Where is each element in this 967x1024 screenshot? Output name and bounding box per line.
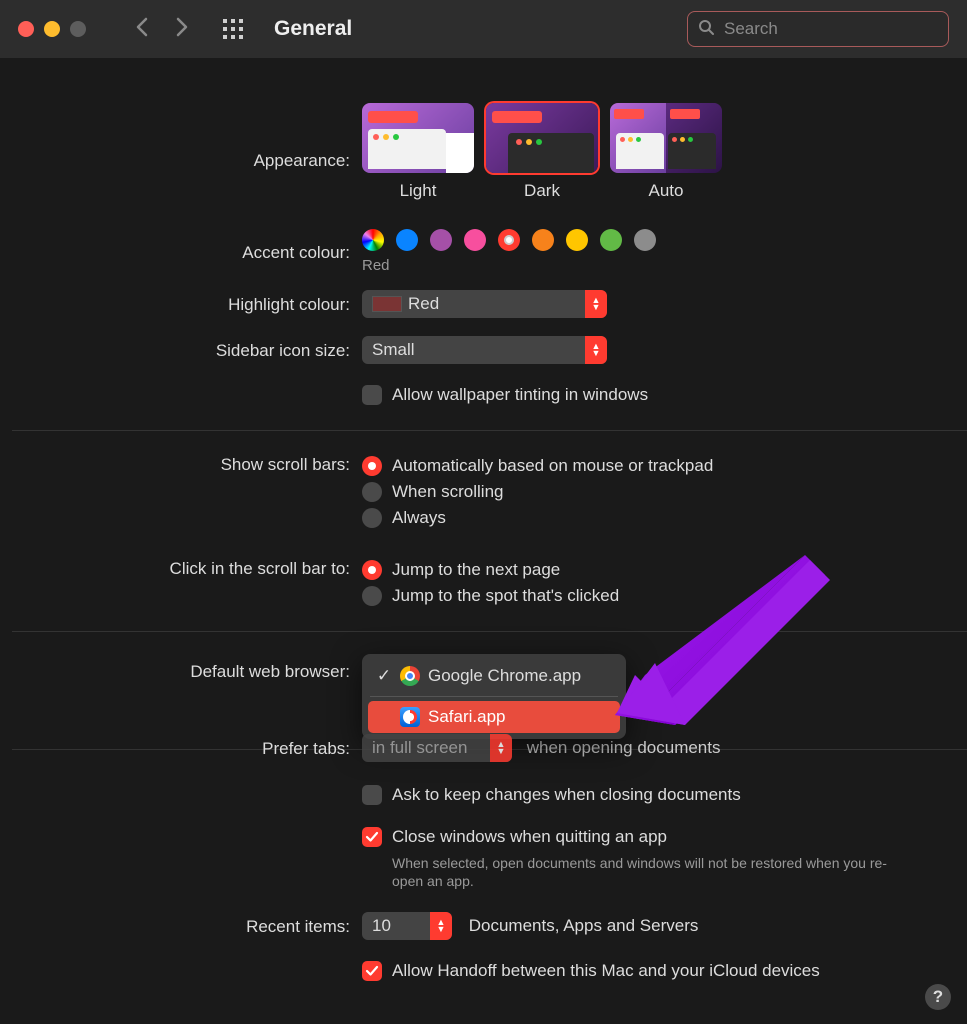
close-windows-help: When selected, open documents and window… [392, 854, 912, 890]
accent-swatch-orange[interactable] [532, 229, 554, 251]
minimize-button[interactable] [44, 21, 60, 37]
browser-menu-item-label: Google Chrome.app [428, 666, 581, 686]
browser-menu-item-label: Safari.app [428, 707, 506, 727]
zoom-button[interactable] [70, 21, 86, 37]
handoff-checkbox[interactable] [362, 961, 382, 981]
wallpaper-tint-checkbox[interactable] [362, 385, 382, 405]
search-input[interactable] [722, 18, 947, 40]
accent-label: Accent colour: [0, 241, 362, 263]
appearance-label: Appearance: [0, 103, 362, 171]
appearance-auto-thumb[interactable] [610, 103, 722, 173]
browser-menu-item-chrome[interactable]: ✓ Google Chrome.app [368, 660, 620, 692]
divider [12, 430, 967, 431]
scrollbars-radio-label: When scrolling [392, 482, 504, 502]
close-windows-checkbox[interactable] [362, 827, 382, 847]
search-field-wrap[interactable] [687, 11, 949, 47]
accent-swatch-green[interactable] [600, 229, 622, 251]
scrollbars-radio-0[interactable] [362, 456, 382, 476]
nav-arrows [136, 17, 188, 42]
divider [12, 631, 967, 632]
scroll-click-label: Click in the scroll bar to: [0, 557, 362, 579]
scroll-click-radio-label: Jump to the spot that's clicked [392, 586, 619, 606]
scrollbars-radio-label: Automatically based on mouse or trackpad [392, 456, 713, 476]
recent-items-value: 10 [362, 916, 401, 936]
titlebar: General [0, 0, 967, 59]
appearance-light-thumb[interactable] [362, 103, 474, 173]
content: Appearance: Light Dark [0, 59, 967, 988]
close-button[interactable] [18, 21, 34, 37]
accent-swatch-blue[interactable] [396, 229, 418, 251]
scroll-click-radio-1[interactable] [362, 586, 382, 606]
handoff-label: Allow Handoff between this Mac and your … [392, 961, 820, 981]
window-title: General [274, 17, 352, 41]
ask-keep-label: Ask to keep changes when closing documen… [392, 785, 741, 805]
appearance-dark-label: Dark [524, 181, 560, 201]
ask-keep-checkbox[interactable] [362, 785, 382, 805]
appearance-auto-label: Auto [649, 181, 684, 201]
accent-swatch-pink[interactable] [464, 229, 486, 251]
accent-swatch-purple[interactable] [430, 229, 452, 251]
safari-icon [400, 707, 420, 727]
default-browser-menu[interactable]: ✓ Google Chrome.app Safari.app [362, 654, 626, 739]
chevrons-icon: ▲▼ [585, 290, 607, 318]
accent-swatches [362, 229, 947, 251]
scroll-click-radio-label: Jump to the next page [392, 560, 560, 580]
appearance-options: Light Dark Auto [362, 103, 947, 201]
accent-swatch-multicolor[interactable] [362, 229, 384, 251]
chrome-icon [400, 666, 420, 686]
chevrons-icon: ▲▼ [430, 912, 452, 940]
sidebar-icon-select[interactable]: Small ▲▼ [362, 336, 607, 364]
appearance-dark-thumb[interactable] [486, 103, 598, 173]
highlight-chip-icon [372, 296, 402, 312]
accent-swatch-graphite[interactable] [634, 229, 656, 251]
highlight-label: Highlight colour: [0, 293, 362, 315]
chevrons-icon: ▲▼ [585, 336, 607, 364]
chevrons-icon: ▲▼ [490, 734, 512, 762]
help-button[interactable]: ? [925, 984, 951, 1010]
wallpaper-tint-label: Allow wallpaper tinting in windows [392, 385, 648, 405]
recent-items-suffix: Documents, Apps and Servers [469, 916, 699, 935]
prefer-tabs-select[interactable]: in full screen ▲▼ [362, 734, 512, 762]
scrollbars-radio-1[interactable] [362, 482, 382, 502]
close-windows-label: Close windows when quitting an app [392, 827, 667, 847]
search-icon [698, 19, 714, 40]
recent-items-select[interactable]: 10 ▲▼ [362, 912, 452, 940]
accent-selected-name: Red [362, 257, 947, 274]
accent-swatch-yellow[interactable] [566, 229, 588, 251]
browser-menu-item-safari[interactable]: Safari.app [368, 701, 620, 733]
scrollbars-radio-2[interactable] [362, 508, 382, 528]
traffic-lights [18, 21, 86, 37]
appearance-light-label: Light [400, 181, 437, 201]
recent-label: Recent items: [0, 915, 362, 937]
show-all-button[interactable] [222, 18, 244, 40]
sidebar-icon-value: Small [362, 340, 425, 360]
forward-button[interactable] [176, 17, 188, 42]
highlight-select[interactable]: Red ▲▼ [362, 290, 607, 318]
scrollbars-label: Show scroll bars: [0, 453, 362, 475]
default-browser-label: Default web browser: [0, 654, 362, 682]
checkmark-icon: ✓ [376, 666, 392, 686]
menu-separator [370, 696, 618, 697]
back-button[interactable] [136, 17, 148, 42]
scrollbars-radio-label: Always [392, 508, 446, 528]
scroll-click-radio-0[interactable] [362, 560, 382, 580]
accent-swatch-red[interactable] [498, 229, 520, 251]
highlight-value: Red [408, 294, 439, 314]
prefer-tabs-value: in full screen [362, 738, 477, 758]
sidebar-icon-label: Sidebar icon size: [0, 339, 362, 361]
